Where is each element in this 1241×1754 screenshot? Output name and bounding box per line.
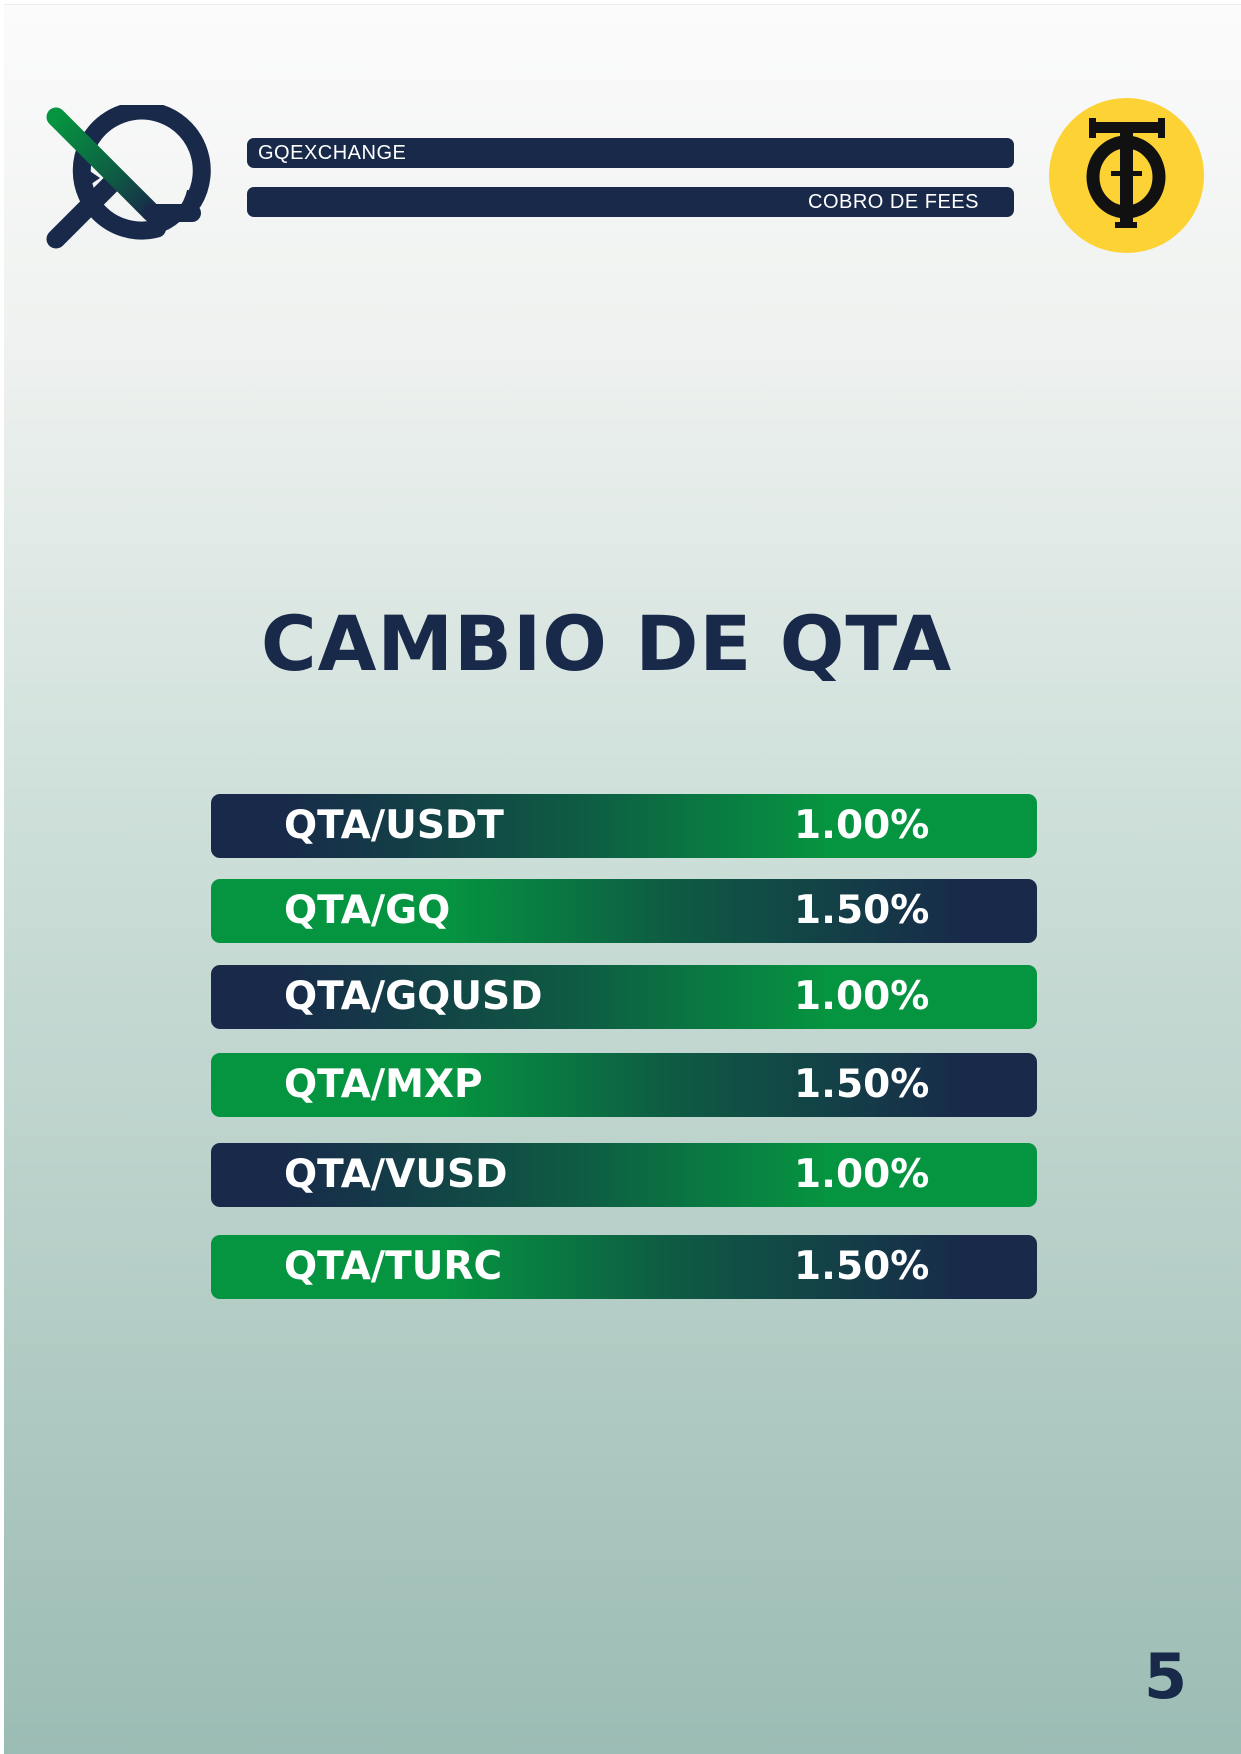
page-title: CAMBIO DE QTA: [260, 599, 953, 688]
gqexchange-logo: [44, 101, 214, 250]
rate-pair: QTA/GQ: [284, 888, 451, 933]
rate-row-qta-usdt: QTA/USDT 1.00%: [211, 794, 1037, 858]
rate-row-qta-mxp: QTA/MXP 1.50%: [211, 1053, 1037, 1117]
rate-pair: QTA/VUSD: [284, 1152, 508, 1197]
rate-row-qta-gqusd: QTA/GQUSD 1.00%: [211, 965, 1037, 1029]
rate-pair: QTA/TURC: [284, 1244, 503, 1289]
rate-pair: QTA/GQUSD: [284, 974, 543, 1019]
rate-row-qta-vusd: QTA/VUSD 1.00%: [211, 1143, 1037, 1207]
rate-pair: QTA/USDT: [284, 803, 504, 848]
tq-logo-graphic: [1086, 118, 1166, 228]
rate-fee: 1.00%: [794, 974, 930, 1019]
brand-header-bar: GQEXCHANGE: [247, 138, 1014, 168]
rate-fee: 1.50%: [794, 888, 930, 933]
rate-pair: QTA/MXP: [284, 1062, 483, 1107]
tq-logo: [1049, 98, 1204, 253]
rate-fee: 1.50%: [794, 1062, 930, 1107]
section-header-bar: COBRO DE FEES: [247, 187, 1014, 217]
rate-fee: 1.00%: [794, 803, 930, 848]
document-page: GQEXCHANGE COBRO DE FEES CAMBIO DE QTA Q…: [4, 4, 1241, 1754]
rate-row-qta-gq: QTA/GQ 1.50%: [211, 879, 1037, 943]
rate-row-qta-turc: QTA/TURC 1.50%: [211, 1235, 1037, 1299]
page-number: 5: [1144, 1640, 1188, 1713]
rate-fee: 1.00%: [794, 1152, 930, 1197]
rate-fee: 1.50%: [794, 1244, 930, 1289]
gqexchange-logo-graphic: [46, 101, 211, 249]
